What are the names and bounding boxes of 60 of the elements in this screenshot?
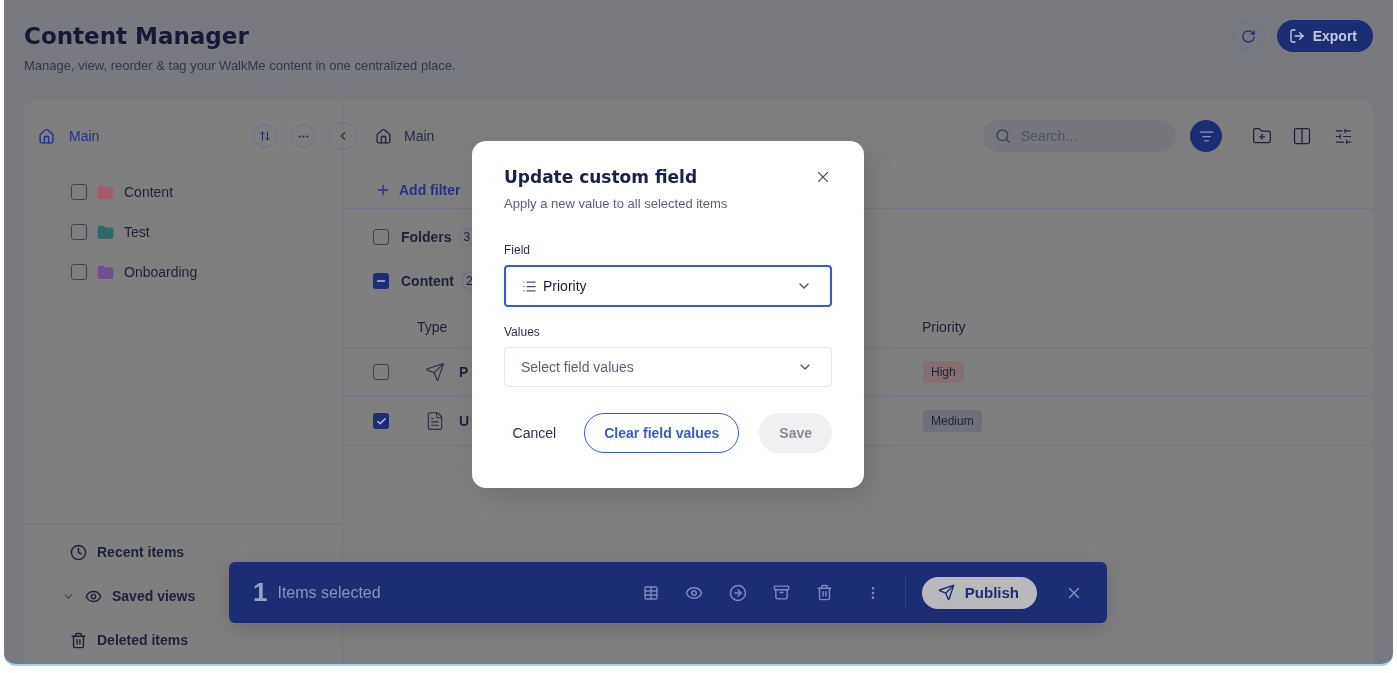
folder-name[interactable]: Content bbox=[124, 184, 174, 200]
settings-icon[interactable] bbox=[1334, 126, 1353, 146]
home-icon bbox=[375, 127, 392, 145]
folder-name[interactable]: Test bbox=[124, 224, 150, 240]
arrow-circle-icon[interactable] bbox=[728, 583, 747, 602]
checkbox[interactable] bbox=[373, 273, 389, 289]
home-icon bbox=[38, 127, 55, 145]
table-cell: P bbox=[459, 364, 469, 380]
field-label: Field bbox=[504, 243, 531, 257]
dialog-subtitle: Apply a new value to all selected items bbox=[504, 196, 729, 211]
checkbox[interactable] bbox=[373, 229, 389, 245]
checkbox[interactable] bbox=[71, 264, 87, 280]
page-subtitle: Manage, view, reorder & tag your WalkMe content in one centralized place. bbox=[24, 58, 456, 73]
paper-plane-icon bbox=[425, 362, 445, 382]
dialog-title: Update custom field bbox=[504, 167, 698, 187]
document-icon bbox=[425, 411, 445, 431]
plus-icon bbox=[375, 182, 391, 198]
selected-label: Items selected bbox=[277, 583, 382, 602]
field-dropdown[interactable]: Priority bbox=[504, 265, 832, 307]
search-icon bbox=[995, 128, 1011, 144]
trash-icon[interactable] bbox=[815, 584, 833, 601]
check-icon bbox=[375, 415, 387, 427]
publish-button[interactable]: Publish bbox=[921, 576, 1037, 609]
values-dropdown[interactable]: Select field values bbox=[504, 347, 832, 387]
page-title: Content Manager bbox=[24, 22, 250, 51]
column-header: Priority bbox=[922, 319, 967, 335]
values-label: Values bbox=[504, 325, 541, 339]
archive-icon[interactable] bbox=[772, 584, 790, 601]
breadcrumb: Main bbox=[404, 128, 436, 144]
group-label: Content bbox=[401, 273, 454, 289]
paper-plane-icon bbox=[937, 584, 955, 601]
column-header: Type bbox=[417, 319, 449, 335]
checkbox[interactable] bbox=[71, 184, 87, 200]
export-icon bbox=[1288, 28, 1305, 44]
checkbox[interactable] bbox=[373, 413, 389, 429]
table-cell: U bbox=[459, 413, 470, 429]
nav-item[interactable]: Deleted items bbox=[97, 632, 189, 648]
filter-icon bbox=[1198, 128, 1214, 144]
refresh-icon bbox=[1241, 28, 1257, 44]
clear-values-button[interactable]: Clear field values bbox=[584, 413, 740, 453]
nav-item[interactable]: Saved views bbox=[112, 588, 196, 604]
selected-count: 1 bbox=[253, 577, 268, 608]
table-icon[interactable] bbox=[642, 584, 659, 601]
priority-tag: High bbox=[923, 361, 964, 383]
checkbox[interactable] bbox=[71, 224, 87, 240]
breadcrumb-link[interactable]: Main bbox=[69, 128, 239, 144]
folder-name[interactable]: Onboarding bbox=[124, 264, 198, 280]
list-icon bbox=[522, 278, 537, 294]
new-folder-icon[interactable] bbox=[1252, 126, 1272, 146]
trash-icon bbox=[70, 631, 87, 649]
cancel-button[interactable]: Cancel bbox=[508, 425, 561, 441]
add-filter-button[interactable]: Add filter bbox=[375, 172, 461, 208]
filter-button[interactable] bbox=[1190, 120, 1222, 152]
priority-tag: Medium bbox=[923, 410, 982, 432]
group-label: Folders bbox=[401, 229, 452, 245]
checkbox[interactable] bbox=[373, 364, 389, 380]
clock-icon bbox=[70, 543, 87, 561]
export-button[interactable]: Export bbox=[1276, 20, 1373, 52]
nav-item[interactable]: Recent items bbox=[97, 544, 185, 560]
sort-icon bbox=[259, 130, 271, 142]
